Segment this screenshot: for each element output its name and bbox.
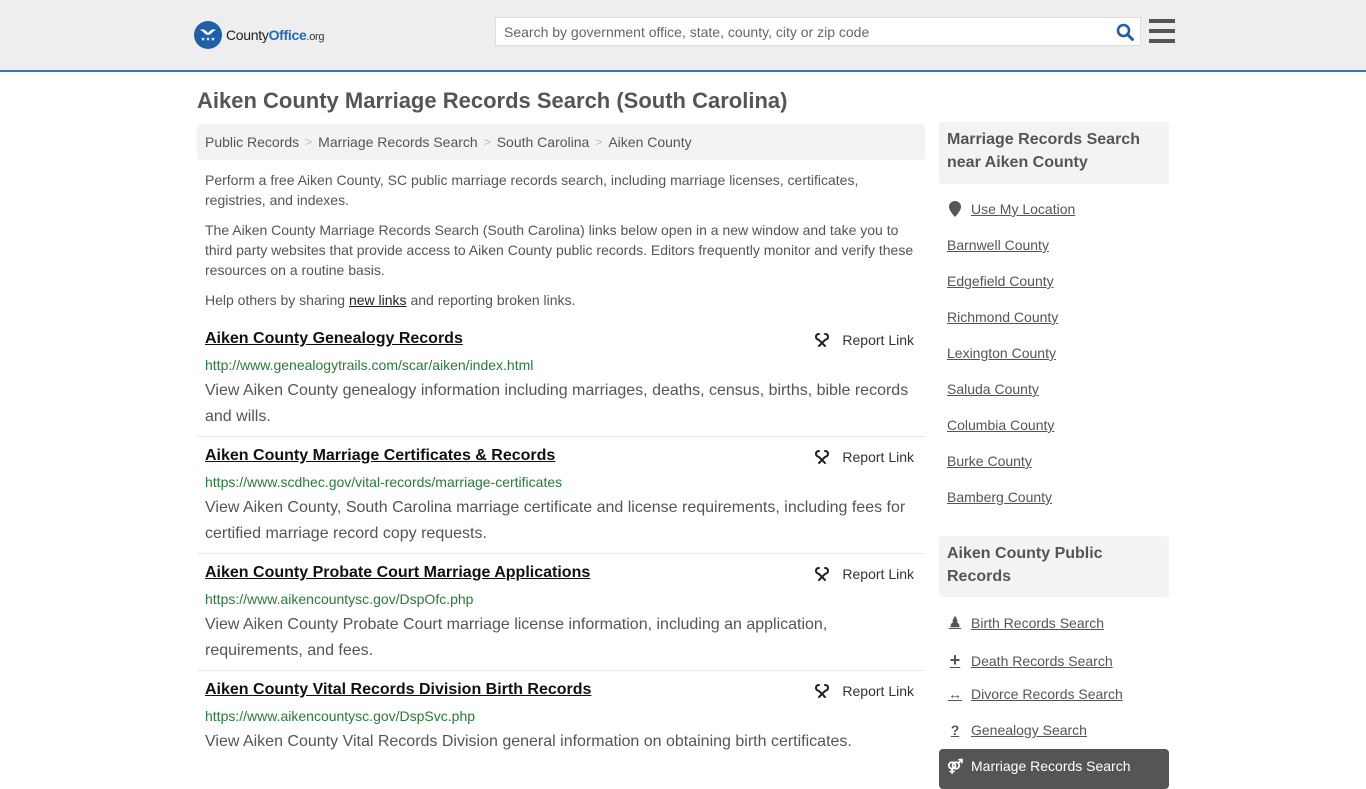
result-title-link[interactable]: Aiken County Marriage Certificates & Rec… [205,447,555,465]
marriage-records-search-link-active[interactable]: ⚤ Marriage Records Search [939,749,1169,789]
map-marker-icon [947,201,963,217]
result-item: Aiken County Probate Court Marriage Appl… [197,564,925,671]
page-title: Aiken County Marriage Records Search (So… [197,88,788,113]
report-link-label: Report Link [842,449,914,465]
breadcrumb-separator: > [483,135,491,149]
report-link-label: Report Link [842,566,914,582]
result-url: https://www.scdhec.gov/vital-records/mar… [205,474,563,490]
report-link-label: Report Link [842,332,914,348]
nearby-county-link[interactable]: Edgefield County [947,273,1054,289]
use-my-location-link[interactable]: Use My Location [947,201,1075,217]
report-link-button[interactable]: Report Link [814,449,914,465]
search-input[interactable] [496,18,1110,45]
report-link-button[interactable]: Report Link [814,683,914,699]
nearby-county-link[interactable]: Lexington County [947,345,1056,361]
result-item: Aiken County Vital Records Division Birt… [197,681,925,771]
breadcrumb: Public Records > Marriage Records Search… [197,124,925,160]
share-text: Help others by sharing [205,292,349,308]
link-label: Genealogy Search [971,722,1087,738]
broken-link-icon [815,450,830,464]
result-title-link[interactable]: Aiken County Genealogy Records [205,330,463,348]
result-description: View Aiken County Probate Court marriage… [205,616,828,659]
intro-paragraph: Perform a free Aiken County, SC public m… [205,172,859,208]
site-header: CountyOffice.org [0,0,1366,72]
report-link-label: Report Link [842,683,914,699]
venus-mars-icon: ⚤ [947,758,964,774]
link-label: Divorce Records Search [971,686,1123,702]
divorce-records-search-link[interactable]: ↔ Divorce Records Search [947,686,1123,702]
new-links-link[interactable]: new links [349,292,407,308]
search-icon [1116,23,1134,41]
hamburger-menu-icon[interactable] [1149,19,1175,43]
share-links-paragraph: Help others by sharing new links and rep… [205,290,920,310]
broken-link-icon [815,333,830,347]
nearby-county-link[interactable]: Saluda County [947,381,1039,397]
result-title-link[interactable]: Aiken County Vital Records Division Birt… [205,681,591,699]
link-label: Marriage Records Search [971,758,1131,774]
nearby-county-link[interactable]: Bamberg County [947,489,1052,505]
result-item: Aiken County Marriage Certificates & Rec… [197,447,925,554]
result-url: http://www.genealogytrails.com/scar/aike… [205,357,534,373]
broken-link-icon [815,684,830,698]
search-button[interactable] [1110,18,1140,45]
link-label: Birth Records Search [971,614,1105,631]
result-description: View Aiken County genealogy information … [205,382,909,425]
report-link-button[interactable]: Report Link [814,566,914,582]
nearby-heading: Marriage Records Search near Aiken Count… [939,122,1169,184]
plus-icon: + [949,650,961,670]
share-text-end: and reporting broken links. [406,292,576,308]
result-description: View Aiken County Vital Records Division… [205,733,852,750]
public-records-heading: Aiken County Public Records [939,536,1169,597]
nearby-county-link[interactable]: Barnwell County [947,237,1049,253]
eagle-stars-logo-icon [194,21,222,49]
breadcrumb-south-carolina[interactable]: South Carolina [497,134,590,150]
disclaimer-paragraph: The Aiken County Marriage Records Search… [205,222,914,278]
report-link-button[interactable]: Report Link [814,332,914,348]
result-description: View Aiken County, South Carolina marria… [205,499,906,542]
breadcrumb-public-records[interactable]: Public Records [205,134,299,150]
breadcrumb-marriage-records-search[interactable]: Marriage Records Search [318,134,478,150]
result-url: https://www.aikencountysc.gov/DspOfc.php [205,591,474,607]
nearby-county-link[interactable]: Burke County [947,453,1032,469]
birth-records-search-link[interactable]: ♟ Birth Records Search [947,614,1104,631]
child-icon: ♟ [948,614,962,630]
site-search [495,17,1141,46]
logo-wordmark: CountyOffice.org [226,27,325,43]
nearby-county-link[interactable]: Columbia County [947,417,1054,433]
arrows-horizontal-icon: ↔ [948,686,962,702]
breadcrumb-aiken-county[interactable]: Aiken County [608,134,691,150]
nearby-county-link[interactable]: Richmond County [947,309,1058,325]
broken-link-icon [815,567,830,581]
death-records-search-link[interactable]: + Death Records Search [947,650,1113,671]
result-item: Aiken County Genealogy Records Report Li… [197,330,925,437]
result-title-link[interactable]: Aiken County Probate Court Marriage Appl… [205,564,590,582]
breadcrumb-separator: > [595,135,603,149]
site-logo[interactable]: CountyOffice.org [194,21,325,49]
link-label: Death Records Search [971,652,1113,669]
question-icon: ? [950,722,960,738]
use-my-location-label: Use My Location [971,201,1076,217]
genealogy-search-link[interactable]: ? Genealogy Search [947,722,1087,738]
result-url: https://www.aikencountysc.gov/DspSvc.php [205,708,476,724]
breadcrumb-separator: > [305,135,313,149]
